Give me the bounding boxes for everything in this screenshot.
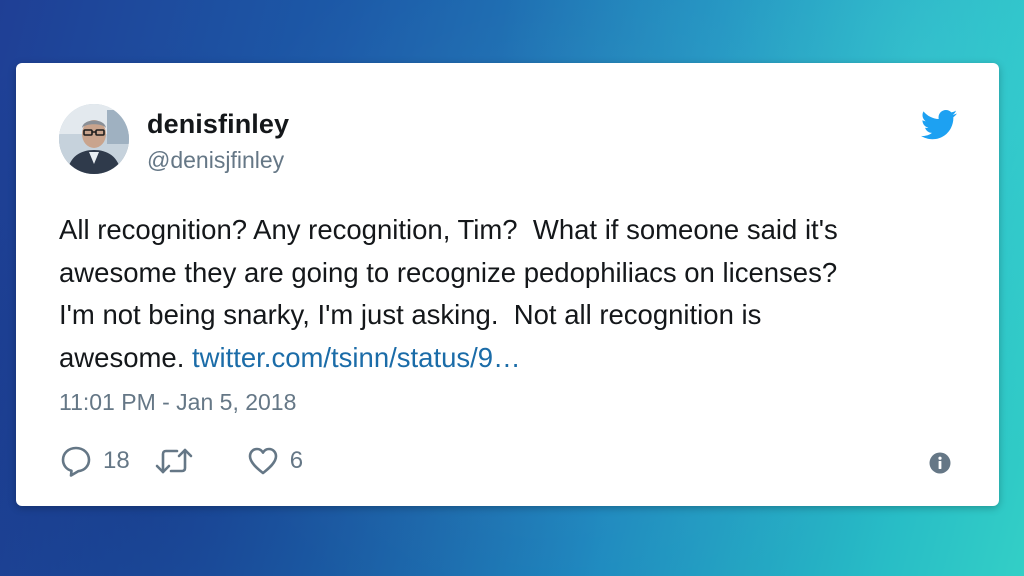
retweet-icon [155, 448, 193, 474]
avatar[interactable] [59, 104, 129, 174]
info-icon[interactable] [929, 452, 951, 474]
reply-button[interactable]: 18 [59, 444, 130, 478]
retweet-button[interactable] [154, 444, 204, 478]
avatar-photo [59, 104, 129, 174]
tweet-card: denisfinley @denisjfinley All recognitio… [16, 63, 999, 506]
tweet-timestamp[interactable]: 11:01 PM - Jan 5, 2018 [59, 389, 296, 416]
like-count: 6 [289, 447, 304, 474]
reply-icon [61, 446, 91, 477]
display-name[interactable]: denisfinley [147, 109, 289, 140]
tweet-text: All recognition? Any recognition, Tim? W… [59, 209, 959, 379]
tweet-link[interactable]: twitter.com/tsinn/status/9… [192, 342, 521, 373]
heart-icon [248, 447, 278, 475]
reply-count: 18 [103, 447, 130, 474]
tweet-actions: 18 6 [59, 441, 327, 481]
user-handle[interactable]: @denisjfinley [147, 147, 284, 174]
like-button[interactable]: 6 [246, 444, 303, 478]
twitter-bird-icon[interactable] [921, 110, 957, 140]
